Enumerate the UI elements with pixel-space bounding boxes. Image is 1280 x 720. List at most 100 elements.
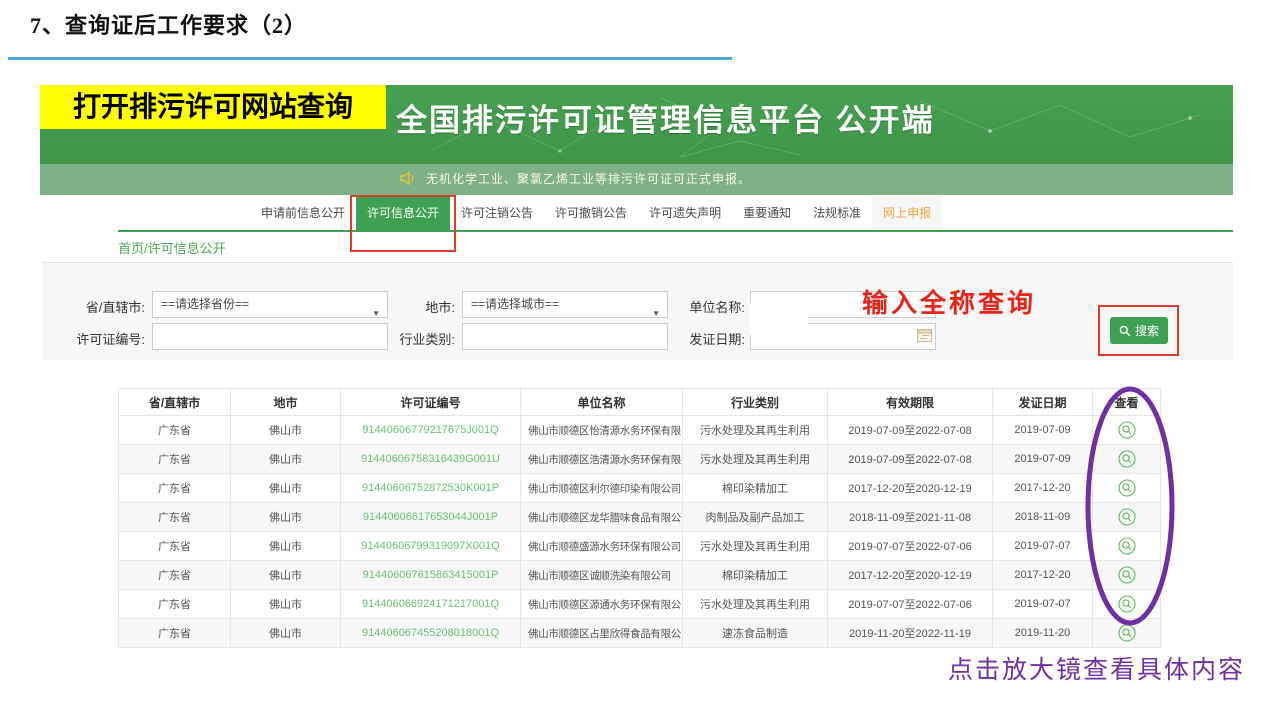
table-row: 广东省 佛山市 914406067615863415001P 佛山市顺德区诚顺洗… [119, 561, 1161, 590]
tab-regulations-standards[interactable]: 法规标准 [802, 196, 872, 230]
cell-city: 佛山市 [231, 445, 341, 474]
province-select[interactable]: ==请选择省份== ▼ [152, 291, 388, 318]
slide-title: 7、查询证后工作要求（2） [30, 8, 307, 40]
tab-pre-application-disclosure[interactable]: 申请前信息公开 [250, 196, 356, 230]
slide-canvas: 7、查询证后工作要求（2） 全国排污许可证管理信息平台 公开端 打开排污许可网站… [0, 0, 1280, 720]
table-row: 广东省 佛山市 91440606799319097X001Q 佛山市顺德盛源水务… [119, 532, 1161, 561]
permit-no-input[interactable] [152, 323, 388, 350]
cell-view [1093, 532, 1161, 561]
permit-number-link[interactable]: 91440606758316439G001U [341, 445, 521, 474]
magnifier-view-icon[interactable] [1118, 421, 1136, 439]
breadcrumb[interactable]: 首页/许可信息公开 [118, 238, 226, 257]
col-header-province: 省/直辖市 [119, 389, 231, 416]
cell-issue-date: 2019-07-09 [993, 445, 1093, 474]
magnifier-view-icon[interactable] [1118, 566, 1136, 584]
cell-view [1093, 590, 1161, 619]
cell-province: 广东省 [119, 474, 231, 503]
cell-validity: 2019-11-20至2022-11-19 [828, 619, 993, 648]
cell-province: 广东省 [119, 445, 231, 474]
calendar-icon[interactable] [917, 329, 932, 342]
table-row: 广东省 佛山市 914406066924171217001Q 佛山市顺德区源通水… [119, 590, 1161, 619]
permit-no-label: 许可证编号: [60, 329, 145, 348]
permit-number-link[interactable]: 91440606617653044J001P [341, 503, 521, 532]
cell-view [1093, 474, 1161, 503]
cell-industry: 棉印染精加工 [683, 561, 828, 590]
magnifier-view-icon[interactable] [1118, 479, 1136, 497]
cell-view [1093, 503, 1161, 532]
permit-number-link[interactable]: 91440606752872530K001P [341, 474, 521, 503]
unit-name-label: 单位名称: [685, 297, 745, 316]
cell-industry: 污水处理及其再生利用 [683, 445, 828, 474]
speaker-icon [400, 171, 417, 186]
title-divider-line [8, 57, 732, 60]
cell-industry: 速冻食品制造 [683, 619, 828, 648]
cell-city: 佛山市 [231, 619, 341, 648]
cell-unit-name: 佛山市顺德区浩清源水务环保有限公司 [521, 445, 683, 474]
magnifier-view-icon[interactable] [1118, 537, 1136, 555]
purple-annotation-caption: 点击放大镜查看具体内容 [948, 650, 1245, 686]
city-label: 地市: [395, 297, 455, 316]
cell-city: 佛山市 [231, 561, 341, 590]
col-header-industry: 行业类别 [683, 389, 828, 416]
col-header-validity: 有效期限 [828, 389, 993, 416]
cell-industry: 污水处理及其再生利用 [683, 532, 828, 561]
cell-province: 广东省 [119, 561, 231, 590]
issue-date-label: 发证日期: [685, 329, 745, 348]
col-header-issue-date: 发证日期 [993, 389, 1093, 416]
magnifier-view-icon[interactable] [1118, 450, 1136, 468]
magnifier-view-icon[interactable] [1118, 595, 1136, 613]
permit-number-link[interactable]: 914406066924171217001Q [341, 590, 521, 619]
cell-unit-name: 佛山市顺德区怡清源水务环保有限公司 [521, 416, 683, 445]
permit-results-table: 省/直辖市 地市 许可证编号 单位名称 行业类别 有效期限 发证日期 查看 广东… [118, 388, 1161, 648]
table-row: 广东省 佛山市 91440606617653044J001P 佛山市顺德区龙华腊… [119, 503, 1161, 532]
red-annotation-box-active-tab [350, 195, 456, 252]
magnifier-view-icon[interactable] [1118, 624, 1136, 642]
cell-province: 广东省 [119, 619, 231, 648]
cell-issue-date: 2019-11-20 [993, 619, 1093, 648]
tab-online-application[interactable]: 网上申报 [872, 196, 942, 230]
cell-issue-date: 2017-12-20 [993, 561, 1093, 590]
permit-number-link[interactable]: 91440606799319097X001Q [341, 532, 521, 561]
tab-important-notice[interactable]: 重要通知 [732, 196, 802, 230]
col-header-view: 查看 [1093, 389, 1161, 416]
city-select[interactable]: ==请选择城市== ▼ [462, 291, 668, 318]
table-row: 广东省 佛山市 91440606752872530K001P 佛山市顺德区利尔德… [119, 474, 1161, 503]
province-label: 省/直辖市: [60, 297, 145, 316]
magnifier-view-icon[interactable] [1118, 508, 1136, 526]
tab-permit-cancellation-notice[interactable]: 许可注销公告 [450, 196, 544, 230]
site-title: 全国排污许可证管理信息平台 公开端 [396, 95, 935, 140]
cell-view [1093, 561, 1161, 590]
cell-validity: 2019-07-09至2022-07-08 [828, 445, 993, 474]
cell-view [1093, 619, 1161, 648]
cell-province: 广东省 [119, 416, 231, 445]
permit-number-link[interactable]: 914406067455208018001Q [341, 619, 521, 648]
col-header-unit-name: 单位名称 [521, 389, 683, 416]
tabbar-green-underline [118, 230, 1233, 232]
industry-input[interactable] [462, 323, 668, 350]
cell-city: 佛山市 [231, 474, 341, 503]
tab-permit-loss-statement[interactable]: 许可遗失声明 [638, 196, 732, 230]
cell-validity: 2017-12-20至2020-12-19 [828, 561, 993, 590]
red-annotation-fullname: 输入全称查询 [862, 283, 1036, 320]
col-header-city: 地市 [231, 389, 341, 416]
cell-province: 广东省 [119, 532, 231, 561]
tab-permit-revocation-notice[interactable]: 许可撤销公告 [544, 196, 638, 230]
table-row: 广东省 佛山市 91440606758316439G001U 佛山市顺德区浩清源… [119, 445, 1161, 474]
cell-unit-name: 佛山市顺德区源通水务环保有限公司 [521, 590, 683, 619]
city-select-value: ==请选择城市== [471, 297, 559, 311]
announcement-strip: 无机化学工业、聚氯乙烯工业等排污许可证可正式申报。 [40, 164, 1233, 195]
cell-validity: 2019-07-07至2022-07-06 [828, 532, 993, 561]
cell-view [1093, 445, 1161, 474]
cell-validity: 2018-11-09至2021-11-08 [828, 503, 993, 532]
table-row: 广东省 佛山市 914406067455208018001Q 佛山市顺德区占里欣… [119, 619, 1161, 648]
cell-issue-date: 2017-12-20 [993, 474, 1093, 503]
permit-number-link[interactable]: 914406067615863415001P [341, 561, 521, 590]
cell-city: 佛山市 [231, 532, 341, 561]
cell-city: 佛山市 [231, 416, 341, 445]
cell-industry: 污水处理及其再生利用 [683, 590, 828, 619]
permit-number-link[interactable]: 91440606779217675J001Q [341, 416, 521, 445]
cell-unit-name: 佛山市顺德区诚顺洗染有限公司 [521, 561, 683, 590]
industry-label: 行业类别: [395, 329, 455, 348]
province-select-value: ==请选择省份== [161, 297, 249, 311]
cell-issue-date: 2018-11-09 [993, 503, 1093, 532]
